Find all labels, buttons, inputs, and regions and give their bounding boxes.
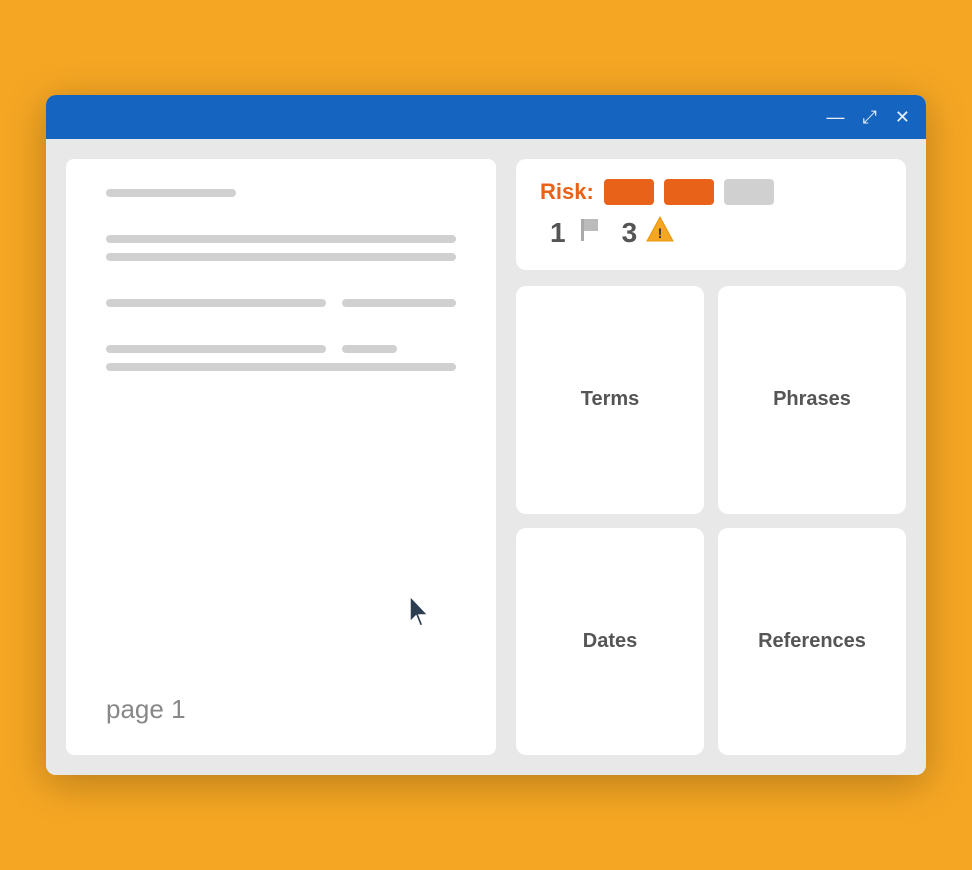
doc-line bbox=[342, 345, 397, 353]
two-col-lines bbox=[106, 299, 456, 317]
app-window: — ⤢ ✕ bbox=[46, 95, 926, 775]
risk-stats-row: 1 3 ! bbox=[540, 215, 882, 250]
titlebar: — ⤢ ✕ bbox=[46, 95, 926, 139]
doc-line bbox=[106, 189, 236, 197]
line-group-1 bbox=[106, 189, 456, 207]
col-left bbox=[106, 299, 326, 317]
risk-card: Risk: 1 3 bbox=[516, 159, 906, 270]
doc-line bbox=[106, 235, 456, 243]
risk-label: Risk: bbox=[540, 179, 594, 205]
right-panel: Risk: 1 3 bbox=[516, 159, 906, 755]
svg-text:!: ! bbox=[658, 225, 663, 241]
risk-bar-low bbox=[724, 179, 774, 205]
document-lines bbox=[106, 189, 456, 678]
warning-count: 3 bbox=[622, 217, 638, 249]
doc-line bbox=[106, 363, 456, 371]
minimize-button[interactable]: — bbox=[827, 108, 845, 126]
warning-icon: ! bbox=[645, 215, 675, 250]
flag-count: 1 bbox=[550, 217, 566, 249]
content-area: page 1 Risk: 1 bbox=[46, 139, 926, 775]
doc-line bbox=[342, 299, 456, 307]
risk-row: Risk: bbox=[540, 179, 882, 205]
dates-card[interactable]: Dates bbox=[516, 528, 704, 756]
risk-bar-medium bbox=[664, 179, 714, 205]
terms-label: Terms bbox=[581, 388, 640, 411]
phrases-card[interactable]: Phrases bbox=[718, 286, 906, 514]
references-label: References bbox=[758, 630, 866, 653]
col-right bbox=[342, 299, 456, 317]
doc-line bbox=[106, 299, 326, 307]
col-right-2 bbox=[342, 345, 456, 363]
line-group-3 bbox=[106, 299, 456, 317]
terms-card[interactable]: Terms bbox=[516, 286, 704, 514]
doc-line bbox=[106, 253, 456, 261]
risk-bar-high bbox=[604, 179, 654, 205]
two-col-lines-2 bbox=[106, 345, 456, 363]
maximize-button[interactable]: ⤢ bbox=[863, 108, 877, 126]
doc-line bbox=[106, 345, 326, 353]
page-label: page 1 bbox=[106, 678, 456, 725]
close-button[interactable]: ✕ bbox=[895, 108, 910, 126]
line-group-4 bbox=[106, 345, 456, 381]
grid-cards: Terms Phrases Dates References bbox=[516, 286, 906, 755]
flag-icon bbox=[574, 215, 602, 250]
col-left-2 bbox=[106, 345, 326, 363]
window-controls: — ⤢ ✕ bbox=[827, 108, 911, 126]
document-panel: page 1 bbox=[66, 159, 496, 755]
line-group-2 bbox=[106, 235, 456, 271]
dates-label: Dates bbox=[583, 630, 637, 653]
phrases-label: Phrases bbox=[773, 388, 851, 411]
references-card[interactable]: References bbox=[718, 528, 906, 756]
cursor bbox=[406, 594, 436, 635]
